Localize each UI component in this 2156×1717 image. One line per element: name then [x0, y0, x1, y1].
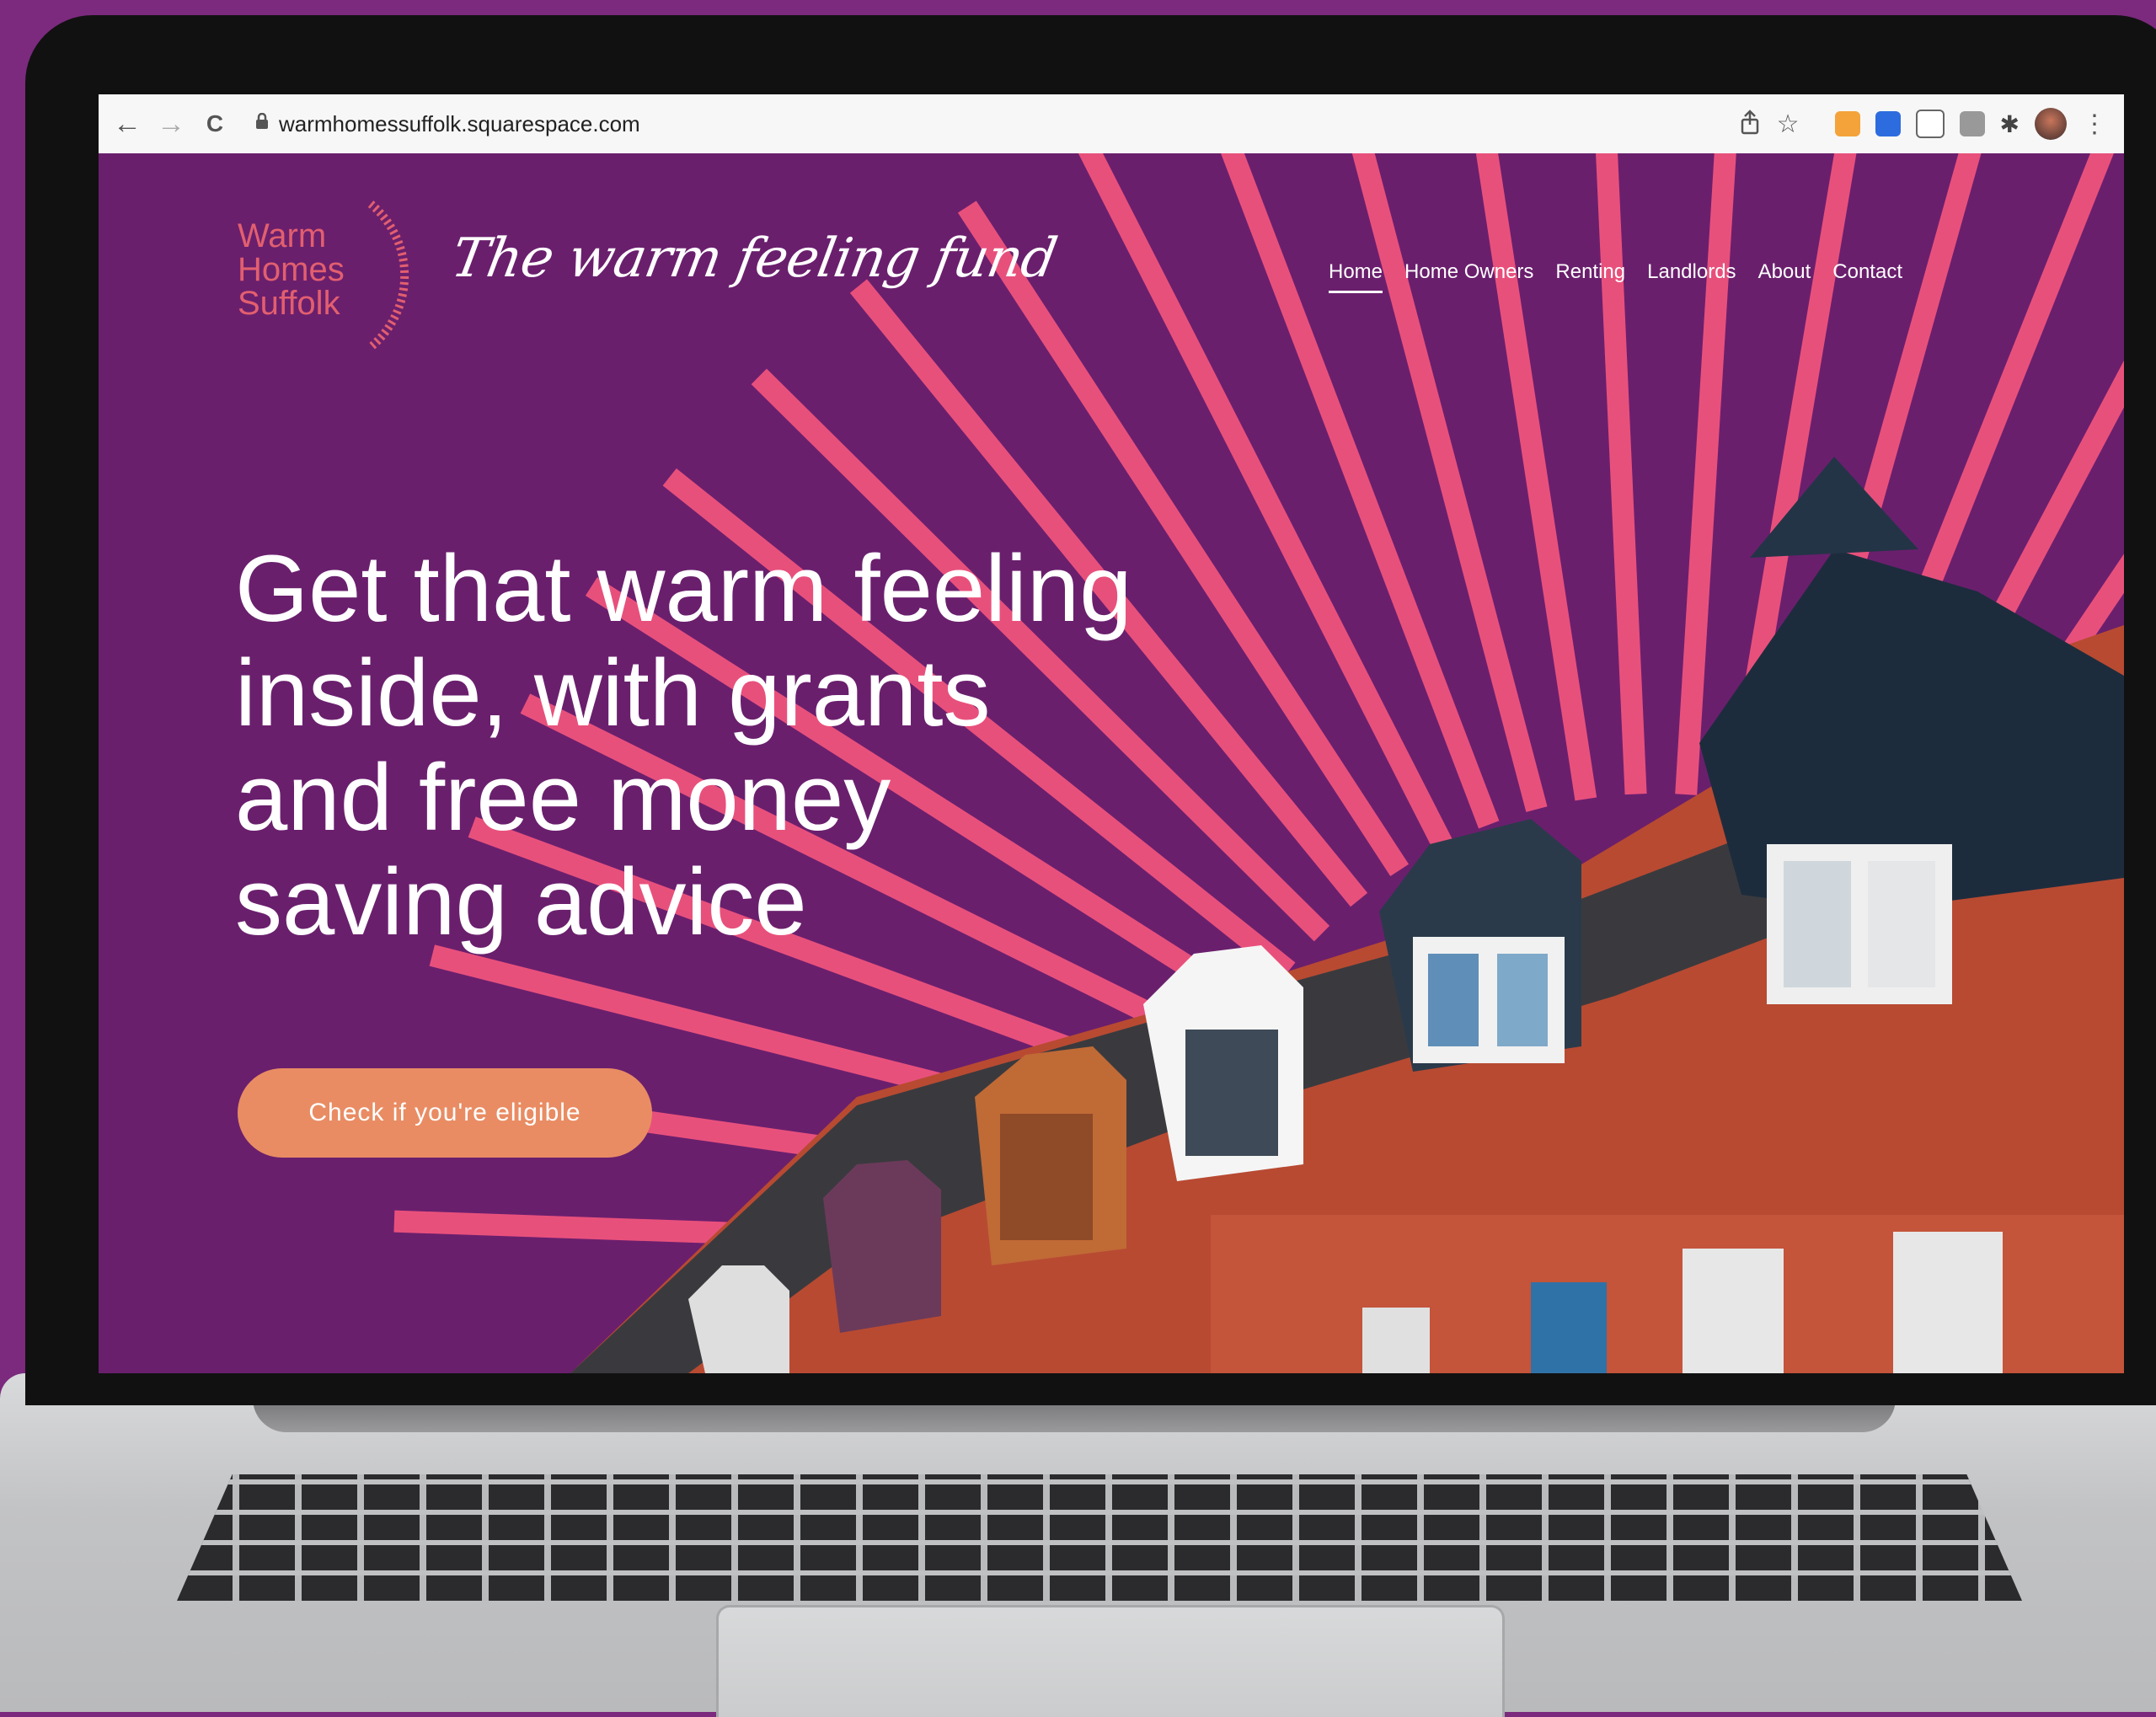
site-tagline: The warm feeling fund: [447, 227, 1062, 290]
extension-screenshot-icon[interactable]: [1915, 110, 1945, 138]
logo-arc-icon: [367, 201, 409, 350]
puzzle-extensions-icon[interactable]: ✱: [2000, 110, 2020, 138]
nav-landlords[interactable]: Landlords: [1647, 260, 1736, 293]
nav-contact[interactable]: Contact: [1832, 260, 1902, 293]
share-icon[interactable]: [1738, 109, 1762, 139]
headline-line: inside, with grants: [235, 640, 991, 746]
headline-line: saving advice: [235, 849, 807, 955]
main-navigation: Home Home Owners Renting Landlords About…: [1329, 260, 1902, 293]
laptop-trackpad: [716, 1605, 1505, 1717]
laptop-screen: ← → C warmhomessuffolk.squarespace.com ☆…: [99, 94, 2124, 1373]
website-hero: Warm Homes Suffolk The warm feeling fund…: [99, 153, 2124, 1373]
extension-orange-icon[interactable]: [1834, 111, 1860, 136]
browser-toolbar: ← → C warmhomessuffolk.squarespace.com ☆…: [99, 94, 2124, 154]
hero-headline: Get that warm feeling inside, with grant…: [235, 537, 1415, 955]
back-icon[interactable]: ←: [105, 108, 149, 141]
headline-line: Get that warm feeling: [235, 536, 1132, 641]
logo-line-warm: Warm: [238, 217, 327, 254]
nav-home-owners[interactable]: Home Owners: [1404, 260, 1533, 293]
extension-reader-icon[interactable]: [1959, 111, 1985, 136]
nav-renting[interactable]: Renting: [1555, 260, 1625, 293]
forward-icon[interactable]: →: [149, 108, 193, 141]
profile-avatar[interactable]: [2035, 108, 2067, 140]
browser-toolbar-actions: ☆ ✱ ⋮: [1738, 104, 2107, 143]
check-eligibility-button[interactable]: Check if you're eligible: [238, 1068, 652, 1158]
lock-icon: [255, 112, 269, 135]
reload-icon[interactable]: C: [193, 110, 237, 137]
nav-about[interactable]: About: [1758, 260, 1811, 293]
address-bar-url[interactable]: warmhomessuffolk.squarespace.com: [279, 111, 640, 137]
logo-line-homes: Homes: [238, 251, 345, 288]
brand-logo[interactable]: Warm Homes Suffolk: [238, 219, 345, 320]
headline-line: and free money: [235, 745, 891, 850]
bookmark-star-icon[interactable]: ☆: [1777, 110, 1800, 139]
nav-home[interactable]: Home: [1329, 260, 1383, 293]
logo-line-suffolk: Suffolk: [238, 285, 340, 322]
menu-kebab-icon[interactable]: ⋮: [2082, 110, 2107, 139]
extension-zoom-icon[interactable]: [1875, 111, 1901, 136]
laptop-keyboard: [177, 1474, 2022, 1601]
